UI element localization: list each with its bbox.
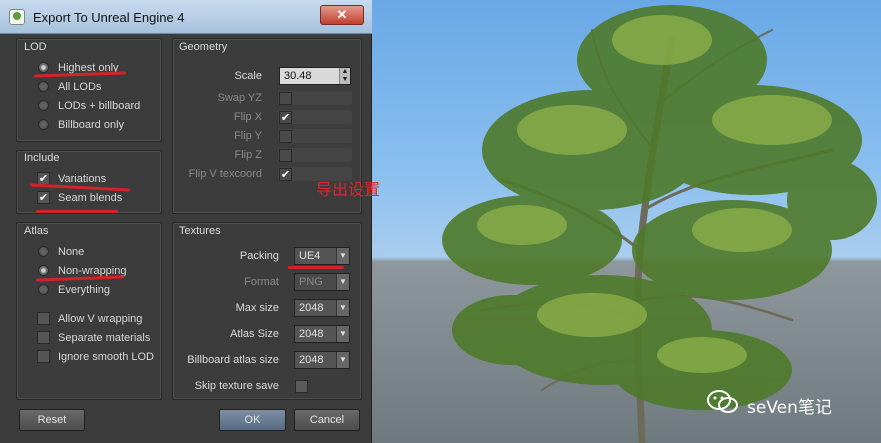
radio-selected-icon	[38, 62, 49, 73]
export-dialog: Export To Unreal Engine 4 ✕ LOD Highest …	[0, 0, 372, 443]
textures-group-label: Textures	[179, 225, 221, 237]
app-icon	[9, 9, 25, 25]
title-bar[interactable]: Export To Unreal Engine 4 ✕	[0, 0, 372, 34]
swap-yz-checkbox[interactable]	[279, 92, 292, 105]
watermark-text: seVen笔记	[747, 398, 832, 418]
max-size-label: Max size	[235, 302, 279, 314]
dropdown-arrow-icon: ▼	[336, 300, 349, 316]
max-size-select[interactable]: 2048 ▼	[294, 299, 350, 317]
radio-icon	[38, 119, 49, 130]
atlas-size-select[interactable]: 2048 ▼	[294, 325, 350, 343]
radio-icon	[38, 100, 49, 111]
dropdown-arrow-icon: ▼	[336, 326, 349, 342]
billboard-atlas-size-label: Billboard atlas size	[187, 354, 279, 366]
format-select[interactable]: PNG ▼	[294, 273, 350, 291]
skip-texture-save-checkbox[interactable]	[295, 380, 308, 393]
packing-select[interactable]: UE4 ▼	[294, 247, 350, 265]
flip-x-label: Flip X	[233, 111, 262, 123]
flip-v-texcoord-label: Flip V texcoord	[188, 168, 262, 180]
annotation-underline-packing	[288, 266, 344, 269]
tree-render	[442, 5, 877, 443]
atlas-option-none[interactable]: None	[38, 244, 84, 260]
checkbox-icon	[37, 331, 50, 344]
ignore-smooth-lod-checkbox[interactable]: Ignore smooth LOD	[37, 349, 154, 365]
format-label: Format	[244, 276, 279, 288]
include-seam-blends-checkbox[interactable]: ✔ Seam blends	[37, 190, 122, 206]
separate-materials-checkbox[interactable]: Separate materials	[37, 330, 150, 346]
allow-v-wrapping-checkbox[interactable]: Allow V wrapping	[37, 311, 142, 327]
lod-option-lods-billboard[interactable]: LODs + billboard	[38, 98, 140, 114]
wechat-icon	[707, 390, 738, 413]
atlas-group-label: Atlas	[24, 225, 49, 237]
lod-option-billboard-only[interactable]: Billboard only	[38, 117, 124, 133]
billboard-atlas-size-select[interactable]: 2048 ▼	[294, 351, 350, 369]
flip-y-checkbox[interactable]	[279, 130, 292, 143]
annotation-label-export-settings: 导出设置	[316, 180, 381, 199]
reset-button[interactable]: Reset	[19, 409, 85, 431]
radio-icon	[38, 81, 49, 92]
checkbox-icon	[37, 312, 50, 325]
flip-z-label: Flip Z	[234, 149, 263, 161]
scale-label: Scale	[234, 70, 262, 82]
radio-icon	[38, 284, 49, 295]
flip-v-texcoord-checkbox[interactable]: ✔	[279, 168, 292, 181]
swap-yz-label: Swap YZ	[217, 92, 262, 104]
flip-x-checkbox[interactable]: ✔	[279, 111, 292, 124]
lod-group-label: LOD	[24, 41, 47, 53]
dropdown-arrow-icon: ▼	[336, 248, 349, 264]
lod-option-all-lods[interactable]: All LODs	[38, 79, 101, 95]
annotation-underline-seam-blends	[36, 210, 118, 213]
dropdown-arrow-icon: ▼	[336, 352, 349, 368]
radio-icon	[38, 246, 49, 257]
packing-label: Packing	[239, 250, 279, 262]
spinner-arrows-icon[interactable]: ▲ ▼	[339, 68, 350, 84]
ok-button[interactable]: OK	[219, 409, 286, 431]
checkbox-icon	[37, 350, 50, 363]
cancel-button[interactable]: Cancel	[294, 409, 360, 431]
dropdown-arrow-icon: ▼	[336, 274, 349, 290]
checkmark-icon: ✔	[37, 191, 50, 204]
flip-z-checkbox[interactable]	[279, 149, 292, 162]
window-title: Export To Unreal Engine 4	[33, 10, 185, 25]
close-button[interactable]: ✕	[320, 5, 364, 25]
atlas-option-everything[interactable]: Everything	[38, 282, 110, 298]
flip-y-label: Flip Y	[234, 130, 262, 142]
include-group-label: Include	[24, 152, 60, 164]
radio-selected-icon	[38, 265, 49, 276]
scale-spinbox[interactable]: 30.48 ▲ ▼	[279, 67, 351, 85]
skip-texture-save-label: Skip texture save	[194, 380, 279, 392]
geometry-group-label: Geometry	[179, 41, 228, 53]
atlas-size-label: Atlas Size	[230, 328, 279, 340]
